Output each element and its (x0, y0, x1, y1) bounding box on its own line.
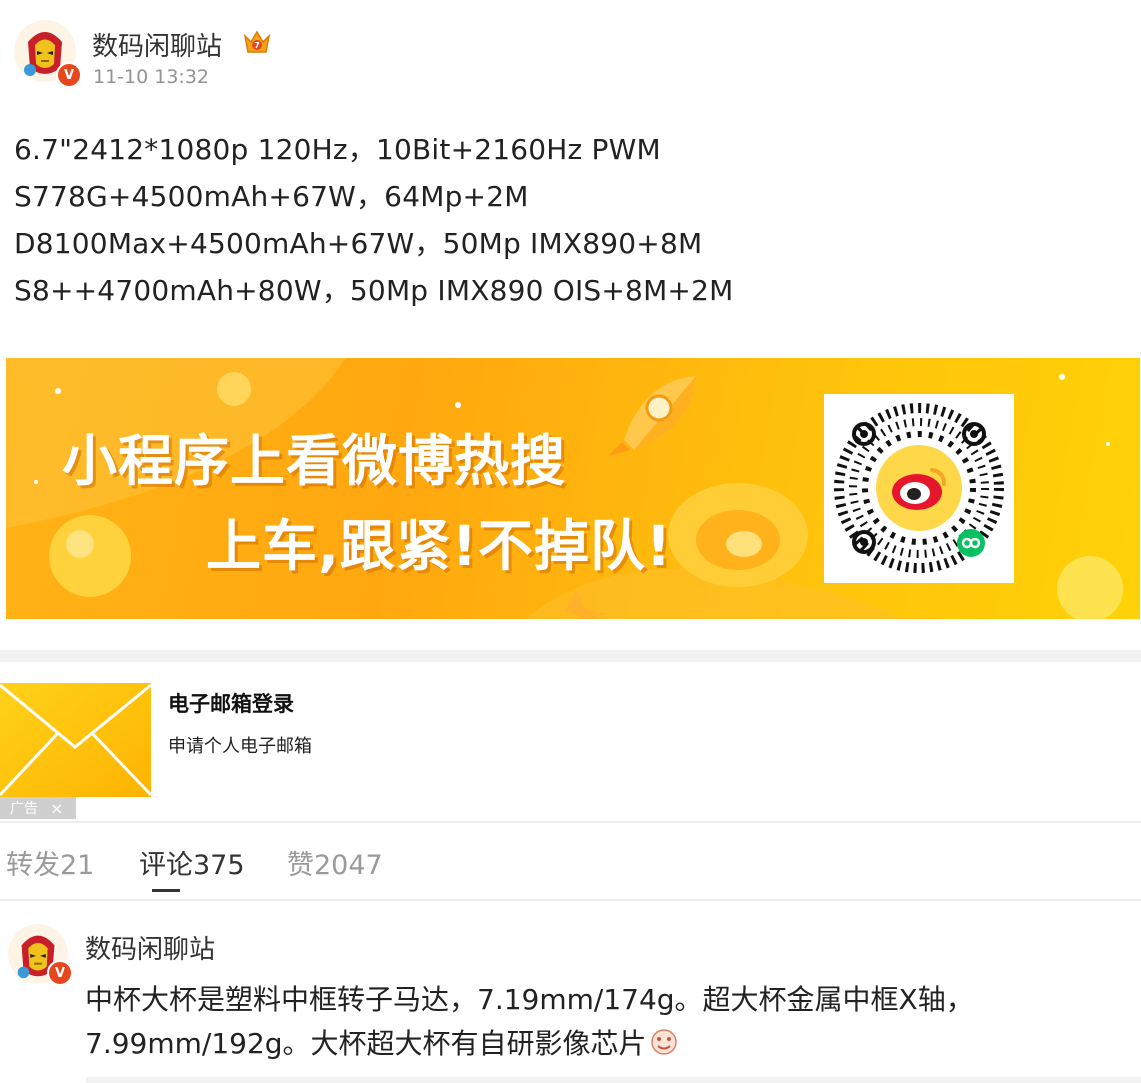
weibo-logo-icon (888, 462, 950, 514)
comment-text: 中杯大杯是塑料中框转子马达，7.19mm/174g。超大杯金属中框X轴，7.99… (85, 983, 974, 1060)
verified-icon: V (47, 960, 73, 986)
post-line: D8100Max+4500mAh+67W，50Mp IMX890+8M (14, 227, 703, 260)
ad-subtitle: 申请个人电子邮箱 (168, 736, 312, 757)
post-author-name[interactable]: 数码闲聊站 (92, 26, 222, 63)
verified-icon: V (56, 62, 82, 88)
comment-bottom-bar (86, 1077, 1141, 1083)
miniprogram-icon (956, 528, 986, 558)
tab-likes[interactable]: 赞2047 (287, 843, 383, 882)
ad-tag: 广告 × (0, 797, 76, 819)
separator (0, 899, 1141, 901)
tab-comments[interactable]: 评论375 (139, 843, 245, 882)
banner-slogan: 上车,跟紧!不掉队! (206, 514, 673, 578)
tab-active-indicator (152, 889, 180, 892)
crown-member-icon[interactable]: 7 (242, 27, 272, 57)
miniprogram-qrcode[interactable] (824, 394, 1014, 583)
ad-title[interactable]: 电子邮箱登录 (168, 688, 294, 718)
miniprogram-banner[interactable]: 小程序上看微博热搜 上车,跟紧!不掉队! (6, 358, 1140, 619)
post-line: S8++4700mAh+80W，50Mp IMX890 OIS+8M+2M (14, 274, 734, 307)
emoji-icon (649, 1026, 679, 1056)
svg-text:7: 7 (254, 41, 260, 50)
section-divider (0, 650, 1141, 662)
post-line: 6.7"2412*1080p 120Hz，10Bit+2160Hz PWM (14, 133, 661, 166)
post-line: S778G+4500mAh+67W，64Mp+2M (14, 180, 529, 213)
post-time: 11-10 13:32 (93, 66, 210, 88)
comment-author-name[interactable]: 数码闲聊站 (85, 929, 215, 966)
separator (0, 821, 1141, 823)
rocket-icon (604, 370, 704, 460)
tab-reposts[interactable]: 转发21 (6, 843, 94, 882)
close-icon[interactable]: × (50, 799, 63, 818)
envelope-icon[interactable] (0, 683, 153, 797)
banner-headline: 小程序上看微博热搜 (62, 429, 567, 493)
